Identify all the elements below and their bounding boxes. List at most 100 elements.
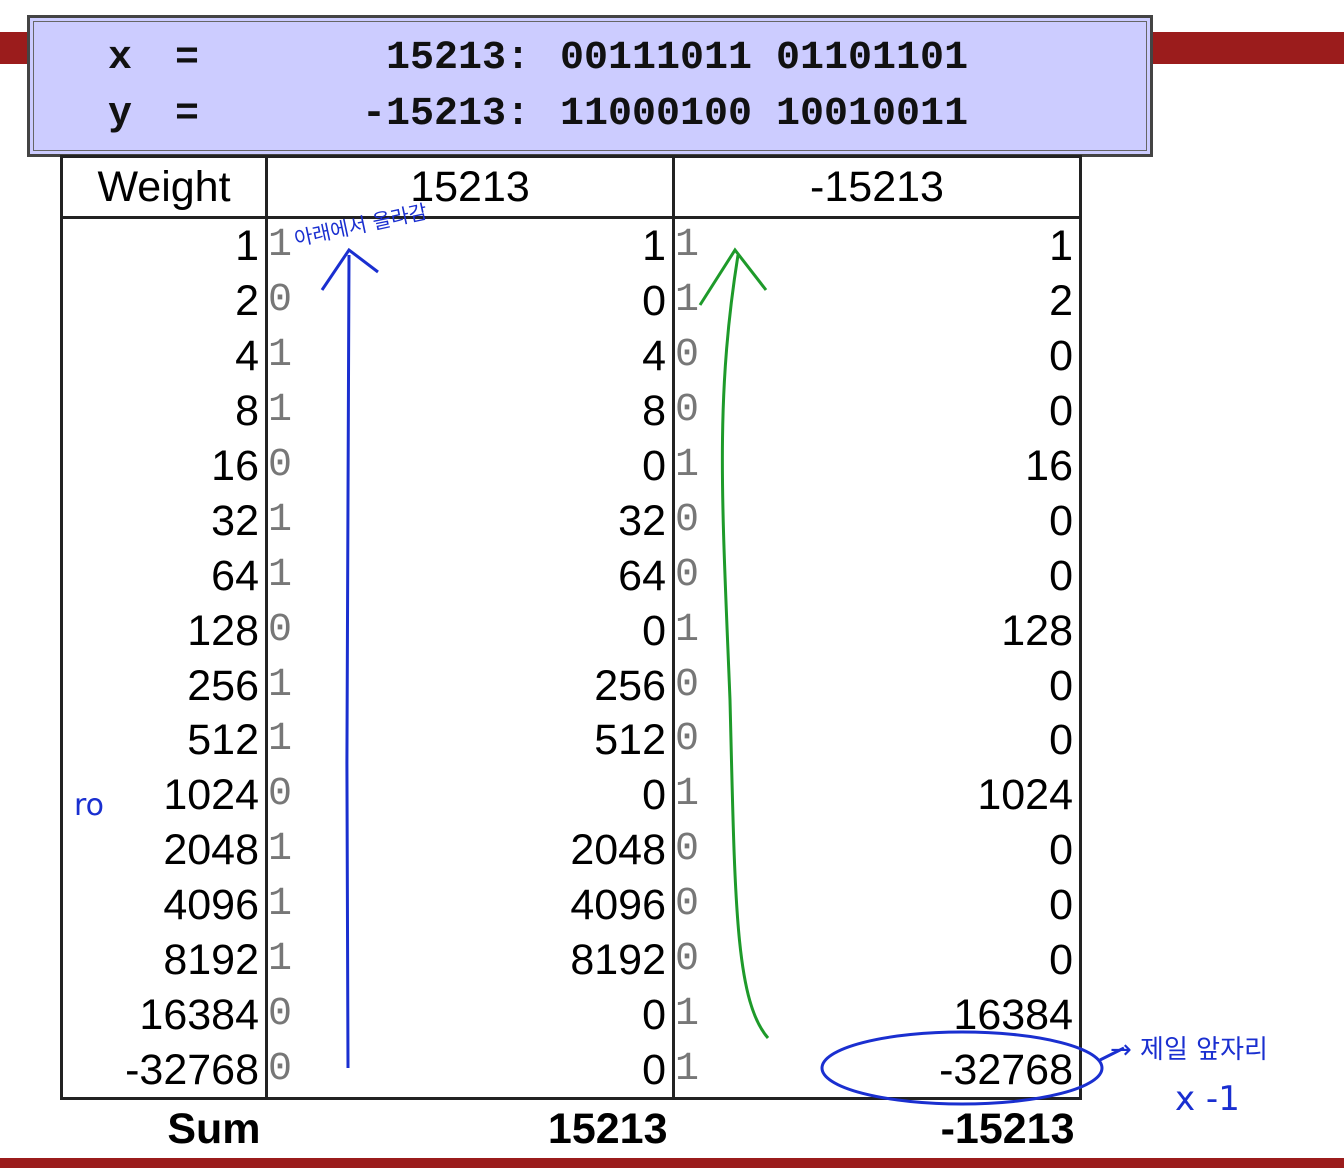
weight-cell: 8 — [60, 383, 268, 439]
y-value-cell: 0 — [883, 877, 1082, 933]
x-bit-cell: 0 — [266, 1042, 477, 1101]
y-bit-cell: 1 — [673, 1042, 884, 1101]
table-row: 81800 — [60, 383, 1082, 439]
y-value-cell: 16384 — [883, 987, 1082, 1043]
table-row: 16384 0 0 1 16384 — [60, 987, 1082, 1043]
x-value-cell: 8 — [476, 383, 675, 439]
weight-cell: -32768 — [60, 1042, 268, 1101]
y-value-cell: -32768 — [883, 1042, 1082, 1101]
table-row: 32 1 32 0 0 — [60, 493, 1082, 549]
sum-y: -15213 — [940, 1105, 1075, 1154]
y-binary: 11000100 10010011 — [560, 92, 969, 137]
weight-cell: 4096 — [60, 877, 268, 933]
weight-cell: 1024 — [60, 767, 268, 823]
y-bit-cell: 0 — [675, 827, 700, 873]
x-bit-cell: 1 — [268, 333, 293, 379]
y-bit-cell: 0 — [675, 937, 700, 983]
x-value-cell: 32 — [476, 493, 675, 549]
x-bit-cell: 0 — [268, 443, 293, 488]
x-value-cell: 512 — [476, 713, 675, 768]
table-row: 16 0 0 1 16 — [60, 438, 1082, 494]
x-bit-cell: 1 — [268, 223, 293, 269]
sum-row: Sum 15213 -15213 — [62, 1099, 1081, 1159]
x-eq: = — [175, 36, 200, 81]
table-row: 512 1 512 0 0 — [60, 713, 1082, 768]
table-row: 20012 — [60, 273, 1082, 329]
y-value-cell: 2 — [883, 273, 1082, 329]
y-value-cell: 1 — [883, 217, 1082, 274]
weight-cell: 32 — [60, 493, 268, 549]
y-bit-cell: 1 — [675, 607, 700, 653]
x-bit-cell: 1 — [268, 497, 293, 543]
weight-cell: 256 — [60, 658, 268, 714]
y-value-cell: 0 — [883, 548, 1082, 604]
y-value-cell: 16 — [883, 438, 1082, 494]
x-value-cell: 0 — [476, 438, 675, 494]
y-bit-cell: 0 — [675, 333, 700, 379]
y-bit-cell: 1 — [675, 278, 700, 324]
x-value-cell: 8192 — [476, 932, 675, 988]
y-var: y — [108, 92, 133, 137]
weight-cell: 512 — [60, 713, 268, 768]
x-value-cell: 0 — [476, 987, 675, 1043]
table-row: -32768 0 0 1 -32768 — [60, 1042, 1082, 1101]
table-row: 2048 1 2048 0 0 — [60, 822, 1082, 878]
x-code-line: x = 15213: 00111011 01101101 — [30, 36, 1150, 86]
x-value-cell: 4 — [476, 328, 675, 384]
weight-cell: 4 — [60, 328, 268, 384]
binary-code-box: x = 15213: 00111011 01101101 y = -15213:… — [27, 15, 1153, 157]
table-row: 1024 0 0 1 1024 — [60, 767, 1082, 823]
y-bit-cell: 0 — [675, 388, 700, 434]
header-weight: Weight — [60, 155, 268, 219]
y-value-cell: 0 — [883, 822, 1082, 878]
x-value-cell: 0 — [476, 767, 675, 823]
x-value-cell: 256 — [476, 658, 675, 714]
blue-note-right: → 제일 앞자리 — [1110, 1035, 1268, 1065]
weight-cell: 64 — [60, 548, 268, 604]
y-bit-cell: 1 — [675, 223, 700, 269]
x-bit-cell: 1 — [268, 937, 293, 983]
y-eq: = — [175, 92, 200, 137]
y-value-cell: 0 — [883, 713, 1082, 768]
x-value-cell: 64 — [476, 548, 675, 604]
weight-cell: 2 — [60, 273, 268, 329]
x-bit-cell: 0 — [268, 607, 293, 653]
y-value-cell: 0 — [883, 328, 1082, 384]
x-bit-cell: 1 — [268, 552, 293, 598]
x-bit-cell: 1 — [268, 662, 293, 708]
y-value-cell: 1024 — [883, 767, 1082, 823]
x-value-cell: 0 — [476, 1042, 675, 1101]
x-bit-cell: 1 — [268, 717, 293, 763]
table-row: 4096 1 4096 0 0 — [60, 877, 1082, 933]
weight-cell: 2048 — [60, 822, 268, 878]
y-value-cell: 0 — [883, 383, 1082, 439]
blue-note-right2: x -1 — [1175, 1079, 1240, 1119]
x-bit-cell: 1 — [268, 827, 293, 873]
x-bit-cell: 0 — [268, 991, 293, 1037]
weight-table: Weight 15213 -15213 11111200124140081800… — [60, 155, 1082, 1158]
x-value-cell: 1 — [476, 217, 675, 274]
y-bit-cell: 1 — [675, 443, 700, 488]
header-y: -15213 — [672, 155, 1082, 219]
header-x: 15213 — [265, 155, 675, 219]
y-code-line: y = -15213: 11000100 10010011 — [30, 92, 1150, 142]
y-value-cell: 0 — [883, 658, 1082, 714]
y-bit-cell: 0 — [675, 497, 700, 543]
table-row: 41400 — [60, 328, 1082, 384]
x-bit-cell: 0 — [268, 772, 293, 818]
y-bit-cell: 0 — [675, 882, 700, 928]
weight-cell: 16 — [60, 438, 268, 494]
y-bit-cell: 0 — [675, 662, 700, 708]
sum-label: Sum — [167, 1105, 261, 1154]
y-value-cell: 128 — [883, 603, 1082, 659]
x-value-cell: 0 — [476, 603, 675, 659]
table-row: 64 1 64 0 0 — [60, 548, 1082, 604]
x-binary: 00111011 01101101 — [560, 36, 969, 81]
weight-cell: 128 — [60, 603, 268, 659]
x-value-cell: 4096 — [476, 877, 675, 933]
x-bit-cell: 1 — [268, 388, 293, 434]
x-value-cell: 2048 — [476, 822, 675, 878]
table-row: 128 0 0 1 128 — [60, 603, 1082, 659]
slide-bottom-bar — [0, 1158, 1344, 1168]
weight-cell: 16384 — [60, 987, 268, 1043]
